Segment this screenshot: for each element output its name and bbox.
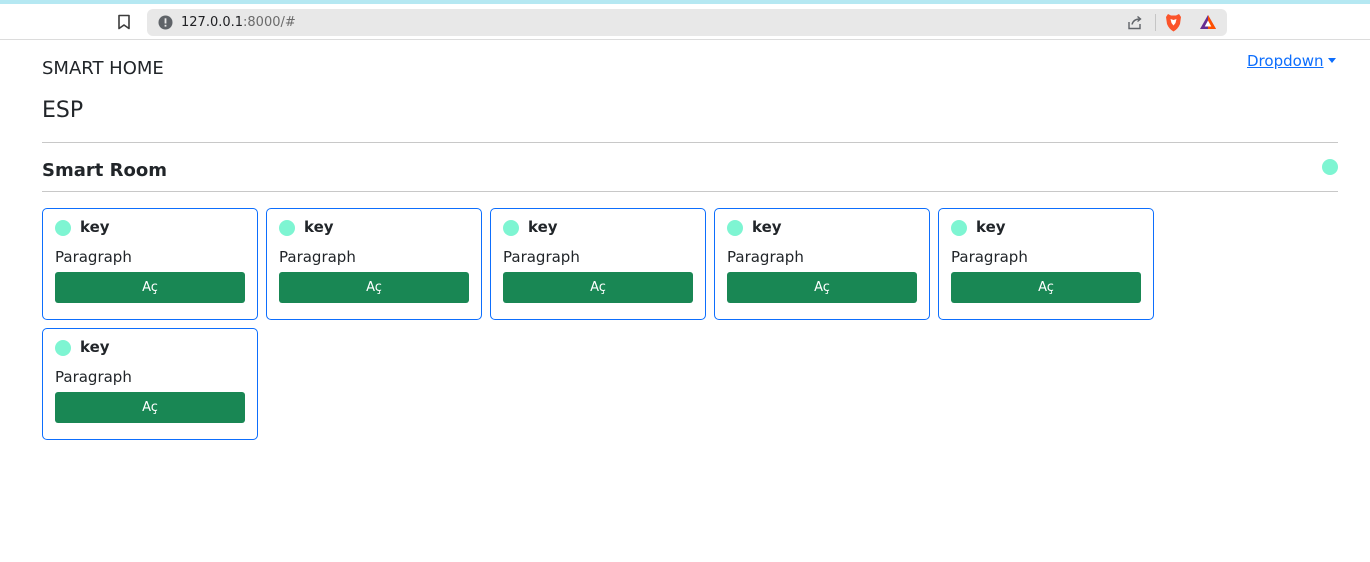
card-paragraph: Paragraph [951,248,1028,266]
card-key: key [304,218,334,236]
device-card: key Paragraph Aç [490,208,706,320]
share-icon[interactable] [1127,15,1143,30]
open-button[interactable]: Aç [55,392,245,423]
status-dot [503,220,519,236]
browser-toolbar: 127.0.0.1:8000/# [0,4,1370,40]
brave-rewards-icon[interactable] [1199,14,1217,30]
open-button[interactable]: Aç [503,272,693,303]
open-button[interactable]: Aç [727,272,917,303]
caret-down-icon [1327,58,1336,63]
status-dot [951,220,967,236]
status-dot [55,340,71,356]
card-paragraph: Paragraph [503,248,580,266]
url-host: 127.0.0.1 [181,15,244,30]
dropdown-toggle[interactable]: Dropdown [1247,52,1336,70]
card-paragraph: Paragraph [279,248,356,266]
url-path: :8000/# [243,15,296,30]
card-key: key [528,218,558,236]
card-key: key [80,218,110,236]
status-dot [55,220,71,236]
url-text[interactable]: 127.0.0.1:8000/# [181,14,296,31]
bookmark-icon[interactable] [117,14,131,30]
card-paragraph: Paragraph [55,368,132,386]
address-bar[interactable]: 127.0.0.1:8000/# [147,9,1227,36]
device-card: key Paragraph Aç [42,328,258,440]
open-button[interactable]: Aç [279,272,469,303]
card-key: key [976,218,1006,236]
page-title: ESP [42,98,84,123]
device-card: key Paragraph Aç [714,208,930,320]
device-card: key Paragraph Aç [938,208,1154,320]
card-paragraph: Paragraph [727,248,804,266]
card-key: key [80,338,110,356]
open-button[interactable]: Aç [951,272,1141,303]
device-card: key Paragraph Aç [266,208,482,320]
section-title: Smart Room [42,160,167,181]
dropdown-label: Dropdown [1247,52,1324,70]
card-key: key [752,218,782,236]
info-icon[interactable] [158,15,173,30]
status-dot [1322,159,1338,175]
navbar-brand[interactable]: SMART HOME [42,58,164,79]
status-dot [279,220,295,236]
divider [42,142,1338,143]
status-dot [727,220,743,236]
open-button[interactable]: Aç [55,272,245,303]
divider [42,191,1338,192]
device-card: key Paragraph Aç [42,208,258,320]
brave-shields-icon[interactable] [1165,13,1182,32]
card-paragraph: Paragraph [55,248,132,266]
address-bar-separator [1155,14,1156,31]
